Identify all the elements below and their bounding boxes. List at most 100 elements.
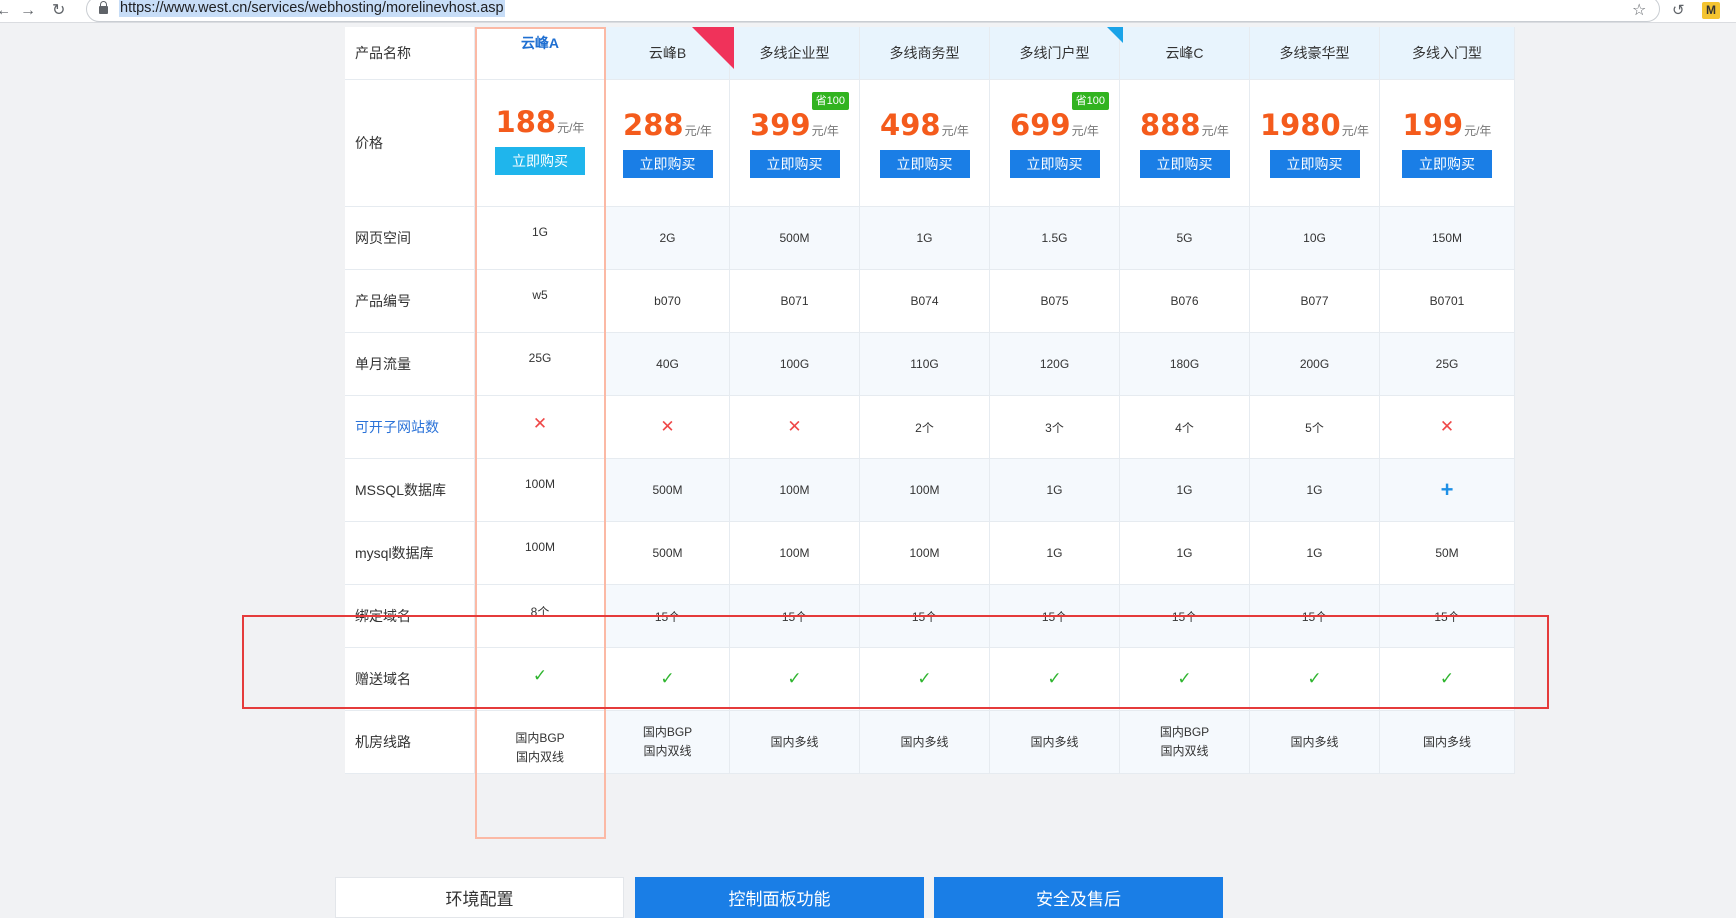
monthly-traffic-row-cell: 180G (1120, 333, 1250, 396)
route-line: 国内BGP (515, 730, 565, 745)
price-value: 888 元/年 (1140, 108, 1229, 142)
route-line: 国内多线 (1030, 734, 1079, 749)
buy-now-button[interactable]: 立即购买 (622, 150, 713, 178)
row-label: 单月流量 (355, 356, 411, 372)
traffic-value: 200G (1299, 357, 1330, 371)
mysql-row-cell: 100M (860, 522, 990, 585)
product-name-row-cell: 云峰C (1120, 27, 1250, 80)
datacenter-route-row-cell: 国内BGP 国内双线 (606, 711, 730, 774)
price-value: 288 元/年 (623, 108, 712, 142)
mssql-value: 100M (524, 476, 556, 491)
buy-now-button[interactable]: 立即购买 (1269, 150, 1360, 178)
annotation-highlight-box (242, 615, 1549, 709)
subsite-count-row-cell: ✕ (1380, 396, 1515, 459)
row-label: 机房线路 (355, 734, 411, 750)
price-block: 888 元/年立即购买 (1139, 108, 1230, 178)
product-comparison-table: 产品名称 云峰A 云峰B 多线企业型 多线商务型 多线门户型 云峰C 多线豪华型 多线入门型 价格… (345, 27, 1515, 836)
route-line: 国内双线 (643, 744, 692, 758)
code-value: B074 (910, 294, 939, 308)
product-name: 多线入门型 (1412, 45, 1482, 61)
mysql-row-cell: 1G (1250, 522, 1380, 585)
route-lines: 国内多线 (1030, 733, 1078, 752)
row-label: 产品编号 (355, 293, 411, 309)
bookmark-star-icon[interactable]: ☆ (1632, 0, 1646, 22)
product-code-row-cell: B076 (1120, 270, 1250, 333)
product-name: 多线豪华型 (1279, 45, 1350, 61)
buy-now-button[interactable]: 立即购买 (1009, 150, 1100, 178)
mysql-value: 100M (779, 546, 810, 560)
reload-icon[interactable]: ↻ (52, 0, 65, 22)
product-name: 云峰C (1165, 45, 1204, 61)
monthly-traffic-row-label: 单月流量 (345, 333, 475, 396)
price-value: 399 元/年 (750, 108, 839, 142)
subsites-value: 5个 (1305, 420, 1324, 435)
buy-now-button[interactable]: 立即购买 (1402, 150, 1492, 178)
cross-icon: ✕ (660, 417, 675, 436)
row-label: 可开子网站数 (355, 419, 439, 435)
tab-control-panel[interactable]: 控制面板功能 (635, 877, 924, 918)
buy-now-button[interactable]: 立即购买 (749, 150, 840, 178)
price-row-cell: 888 元/年立即购买 (1120, 80, 1250, 207)
mysql-row-cell: 100M (730, 522, 860, 585)
buy-now-button[interactable]: 立即购买 (1139, 150, 1230, 178)
traffic-value: 25G (1435, 357, 1459, 371)
space-value: 1G (531, 224, 548, 239)
back-arrow-icon[interactable]: ← (0, 0, 8, 22)
history-icon[interactable]: ↺ (1672, 0, 1685, 22)
web-space-row-cell: 2G (606, 207, 730, 270)
product-code-row-label: 产品编号 (345, 270, 475, 333)
price-unit: 元/年 (684, 124, 712, 138)
space-value: 150M (1431, 231, 1463, 245)
price-number: 699 (1010, 108, 1071, 142)
mysql-value: 500M (652, 546, 683, 560)
subsite-count-row-cell: ✕ (606, 396, 730, 459)
extension-icon[interactable]: M (1702, 2, 1720, 19)
mssql-value: 1G (1046, 483, 1063, 497)
product-name: 多线商务型 (889, 45, 960, 61)
price-row-cell: 1980 元/年 立即购买 (1250, 80, 1380, 207)
space-value: 1G (916, 231, 933, 245)
mssql-row-cell: 1G (1250, 459, 1380, 522)
mysql-row-cell: 500M (606, 522, 730, 585)
row-label: 价格 (355, 135, 383, 151)
price-unit: 元/年 (1201, 124, 1229, 138)
product-code-row-cell: B077 (1250, 270, 1380, 333)
route-line: 国内多线 (1290, 734, 1339, 749)
monthly-traffic-row-cell: 100G (730, 333, 860, 396)
subsites-value: 4个 (1175, 420, 1194, 435)
mssql-row-cell: 100M (475, 459, 606, 522)
subsite-count-row-label[interactable]: 可开子网站数 (345, 396, 475, 459)
buy-now-button[interactable]: 立即购买 (495, 147, 585, 175)
price-unit: 元/年 (811, 124, 839, 138)
mssql-row-cell: 1G (1120, 459, 1250, 522)
product-code-row-cell: b070 (606, 270, 730, 333)
route-line: 国内多线 (770, 734, 819, 749)
price-number: 399 (750, 108, 811, 142)
buy-now-button[interactable]: 立即购买 (879, 150, 970, 178)
mysql-value: 50M (1435, 546, 1459, 560)
route-lines: 国内多线 (900, 733, 948, 752)
price-block: 199 元/年 立即购买 (1402, 108, 1492, 178)
lock-icon (99, 1, 108, 14)
code-value: B075 (1040, 294, 1069, 308)
price-number: 199 (1402, 108, 1464, 142)
tab-environment[interactable]: 环境配置 (335, 877, 624, 918)
subsite-count-row-cell: 3个 (990, 396, 1120, 459)
traffic-value: 120G (1039, 357, 1070, 371)
price-block: 699 元/年 立即购买 (1009, 108, 1100, 178)
price-row-cell: 288 元/年立即购买 (606, 80, 730, 207)
mssql-row-cell: + (1380, 459, 1515, 522)
price-unit: 元/年 (1341, 124, 1370, 138)
product-code-row-cell: B075 (990, 270, 1120, 333)
mssql-row-cell: 100M (860, 459, 990, 522)
forward-arrow-icon[interactable]: → (20, 0, 36, 22)
mssql-value: 1G (1306, 483, 1323, 497)
address-bar[interactable]: https://www.west.cn/services/webhosting/… (86, 0, 1660, 22)
url-text[interactable]: https://www.west.cn/services/webhosting/… (119, 0, 505, 17)
web-space-row-cell: 150M (1380, 207, 1515, 270)
route-lines: 国内多线 (1423, 733, 1471, 752)
price-number: 188 (495, 105, 557, 139)
tab-security-service[interactable]: 安全及售后 (934, 877, 1223, 918)
mysql-value: 1G (1046, 546, 1063, 560)
mssql-row-cell: 100M (730, 459, 860, 522)
